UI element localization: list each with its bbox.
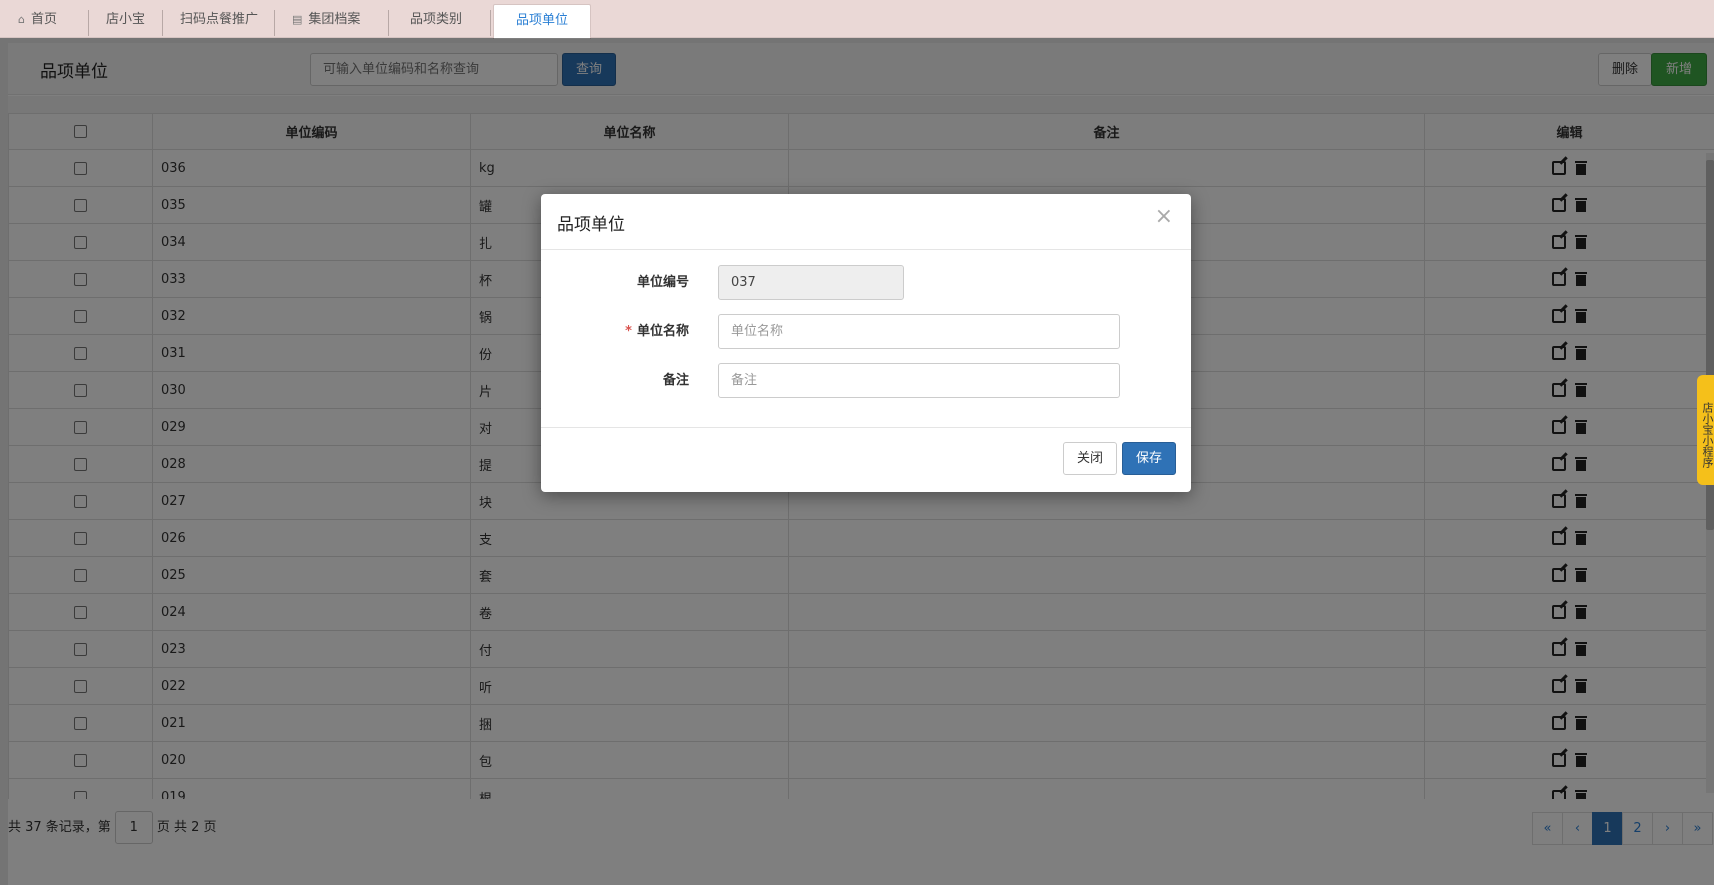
required-marker: * [625,324,632,339]
note-label: 备注 [662,373,689,388]
close-button[interactable]: 关闭 [1063,442,1117,475]
tab-label: 店小宝 [106,12,146,27]
mini-program-float-tab[interactable]: 店小宝小程序 [1697,375,1714,485]
tab-label: 品项类别 [410,12,463,27]
file-icon: ▤ [292,13,303,26]
name-field[interactable]: 单位名称 [718,314,1120,349]
note-field[interactable]: 备注 [718,363,1120,398]
tab-separator [490,10,491,36]
form-row-code: 单位编号 037 [541,265,1191,300]
form-row-note: 备注 备注 [541,363,1191,398]
form-row-name: * 单位名称 单位名称 [541,314,1191,349]
save-button[interactable]: 保存 [1122,442,1176,475]
name-label: 单位名称 [636,324,689,339]
tab-item-unit[interactable]: 品项单位 [493,4,591,39]
tab-bar: ⌂ 首页 店小宝 扫码点餐推广 ▤ 集团档案 品项类别 品项单位 [0,0,1714,39]
modal-title: 品项单位 [557,215,625,235]
code-field: 037 [718,265,904,300]
tab-label: 扫码点餐推广 [180,12,259,27]
modal-header: 品项单位 × [541,194,1191,250]
tab-separator [388,10,389,36]
tab-label: 品项单位 [515,13,568,28]
home-icon: ⌂ [18,13,25,26]
tab-label: 集团档案 [308,12,361,27]
name-label-wrap: * 单位名称 [541,314,689,349]
tab-dianxiaobao[interactable]: 店小宝 [88,0,163,38]
modal-footer: 关闭 保存 [541,427,1191,492]
tab-scan-order-promo[interactable]: 扫码点餐推广 [162,0,276,38]
tab-group-archive[interactable]: ▤ 集团档案 [274,0,378,38]
tab-label: 首页 [30,12,57,27]
tab-item-category[interactable]: 品项类别 [392,0,480,38]
unit-modal: 品项单位 × 单位编号 037 * 单位名称 单位名称 备注 备注 关闭 保存 [541,194,1191,492]
code-label: 单位编号 [636,275,689,290]
close-icon[interactable]: × [1155,206,1173,228]
tab-home[interactable]: ⌂ 首页 [0,0,75,38]
